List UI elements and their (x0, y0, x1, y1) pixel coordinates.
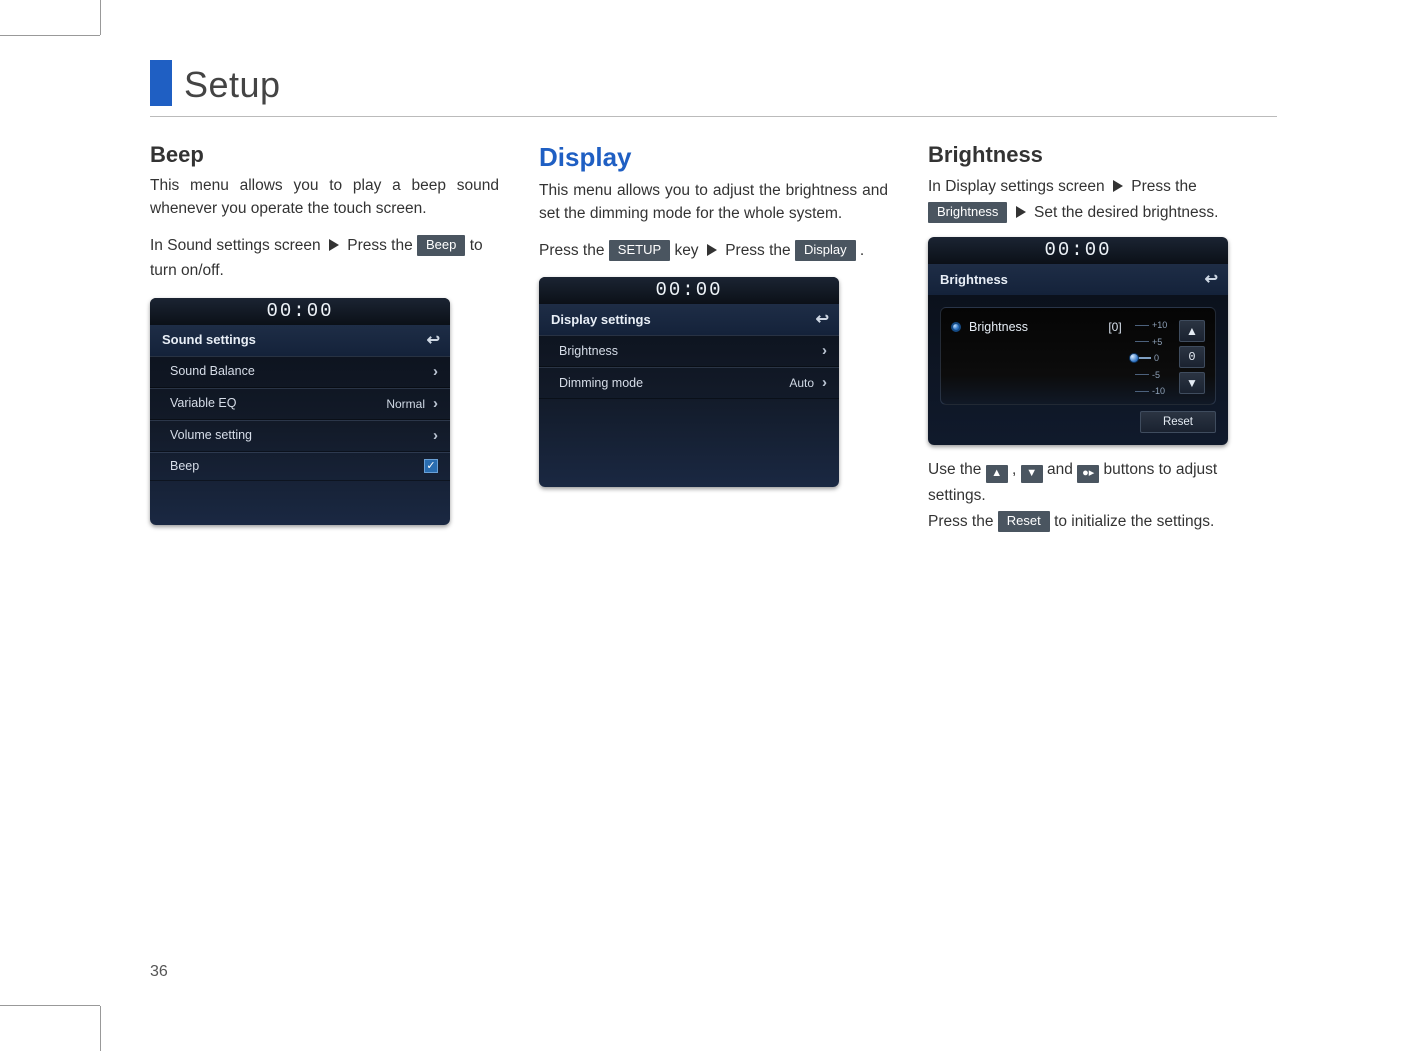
up-icon-button: ▲ (986, 465, 1008, 483)
column-brightness: Brightness In Display settings screen Pr… (928, 142, 1277, 534)
row-label: Variable EQ (170, 396, 236, 410)
column-beep: Beep This menu allows you to play a beep… (150, 142, 499, 534)
chevron-right-icon: › (433, 363, 438, 380)
display-instruction: Press the SETUP key Press the Display . (539, 238, 888, 264)
list-item[interactable]: Brightness › (539, 335, 839, 367)
display-description: This menu allows you to adjust the brigh… (539, 179, 888, 226)
brightness-tag: Brightness (928, 202, 1007, 223)
device-title-bar: Display settings ↩ (539, 304, 839, 335)
display-instr-b: key (674, 242, 702, 259)
device-title-bar: Brightness ↩ (928, 264, 1228, 295)
arrow-icon (1113, 180, 1123, 192)
use-a: Use the (928, 461, 986, 478)
row-label: Beep (170, 459, 199, 473)
page-number: 36 (150, 963, 168, 981)
beep-description: This menu allows you to play a beep soun… (150, 174, 499, 221)
brightness-panel: Brightness [0] +10 +5 0 -5 -10 ▲ (940, 307, 1216, 405)
list-item[interactable]: Sound Balance › (150, 356, 450, 388)
beep-heading: Beep (150, 142, 499, 168)
brightness-heading: Brightness (928, 142, 1277, 168)
brightness-instr-c: Set the desired brightness. (1034, 204, 1218, 221)
display-instr-d: . (860, 242, 864, 259)
tick-label: +10 (1152, 320, 1167, 330)
brightness-instr-b: Press the (1131, 178, 1196, 195)
page-header: Setup (150, 60, 1277, 117)
use-c: and (1047, 461, 1077, 478)
brightness-value: [0] (1095, 320, 1135, 334)
radio-icon (951, 322, 961, 332)
brightness-screenshot: 00:00 Brightness ↩ Brightness [0] (928, 237, 1228, 445)
column-display: Display This menu allows you to adjust t… (539, 142, 888, 534)
tick-label: +5 (1152, 337, 1162, 347)
press-a: Press the (928, 513, 998, 530)
option-label: Brightness (969, 320, 1028, 334)
brightness-reset-instruction: Press the Reset to initialize the settin… (928, 509, 1277, 535)
list-item[interactable]: Beep ✓ (150, 452, 450, 481)
list-item[interactable]: Volume setting › (150, 420, 450, 452)
display-settings-screenshot: 00:00 Display settings ↩ Brightness › Di… (539, 277, 839, 487)
device-title-text: Brightness (940, 272, 1008, 287)
press-b: to initialize the settings. (1054, 513, 1214, 530)
tick-label: -5 (1152, 370, 1160, 380)
arrow-icon (1016, 206, 1026, 218)
use-b: , (1012, 461, 1021, 478)
list-item[interactable]: Variable EQ Normal › (150, 388, 450, 420)
up-button[interactable]: ▲ (1179, 320, 1205, 342)
setup-tag: SETUP (609, 240, 670, 261)
chevron-right-icon: › (822, 374, 827, 391)
brightness-instruction: In Display settings screen Press the Bri… (928, 174, 1277, 225)
tick-label: -10 (1152, 386, 1165, 396)
down-button[interactable]: ▼ (1179, 372, 1205, 394)
chevron-right-icon: › (433, 427, 438, 444)
device-clock: 00:00 (150, 298, 450, 325)
device-clock: 00:00 (539, 277, 839, 304)
slider-knob-icon[interactable] (1129, 353, 1139, 363)
display-instr-a: Press the (539, 242, 609, 259)
page-title: Setup (184, 64, 281, 106)
brightness-use-instruction: Use the ▲ , ▼ and ●▸ buttons to adjust s… (928, 457, 1277, 509)
chevron-right-icon: › (822, 342, 827, 359)
device-title-bar: Sound settings ↩ (150, 325, 450, 356)
chevron-right-icon: › (433, 395, 438, 412)
checkbox-icon[interactable]: ✓ (424, 459, 438, 473)
device-title-text: Display settings (551, 312, 651, 327)
row-value: Normal (386, 397, 425, 411)
sound-settings-screenshot: 00:00 Sound settings ↩ Sound Balance › V… (150, 298, 450, 525)
brightness-option[interactable]: Brightness (951, 320, 1095, 334)
device-title-text: Sound settings (162, 332, 256, 347)
back-icon[interactable]: ↩ (816, 309, 829, 329)
arrow-icon (329, 239, 339, 251)
row-label: Sound Balance (170, 364, 255, 378)
beep-tag: Beep (417, 235, 465, 256)
reset-button[interactable]: Reset (1140, 411, 1216, 433)
row-value: Auto (789, 376, 814, 390)
down-icon-button: ▼ (1021, 465, 1043, 483)
display-instr-c: Press the (725, 242, 795, 259)
display-tag: Display (795, 240, 856, 261)
tick-label: 0 (1154, 353, 1159, 363)
beep-instr-mid: Press the (347, 237, 417, 254)
arrow-icon (707, 244, 717, 256)
display-heading: Display (539, 142, 888, 173)
device-clock: 00:00 (928, 237, 1228, 264)
value-button[interactable]: 0 (1179, 346, 1205, 368)
row-label: Dimming mode (559, 376, 643, 390)
knob-icon-button: ●▸ (1077, 465, 1099, 483)
brightness-scale: +10 +5 0 -5 -10 (1135, 320, 1173, 396)
list-item[interactable]: Dimming mode Auto › (539, 367, 839, 399)
brightness-instr-a: In Display settings screen (928, 178, 1109, 195)
row-label: Volume setting (170, 428, 252, 442)
beep-instruction: In Sound settings screen Press the Beep … (150, 233, 499, 284)
back-icon[interactable]: ↩ (427, 330, 440, 350)
header-accent-block (150, 60, 172, 106)
row-label: Brightness (559, 344, 618, 358)
back-icon[interactable]: ↩ (1205, 269, 1218, 289)
beep-instr-pre: In Sound settings screen (150, 237, 325, 254)
reset-tag: Reset (998, 511, 1050, 532)
